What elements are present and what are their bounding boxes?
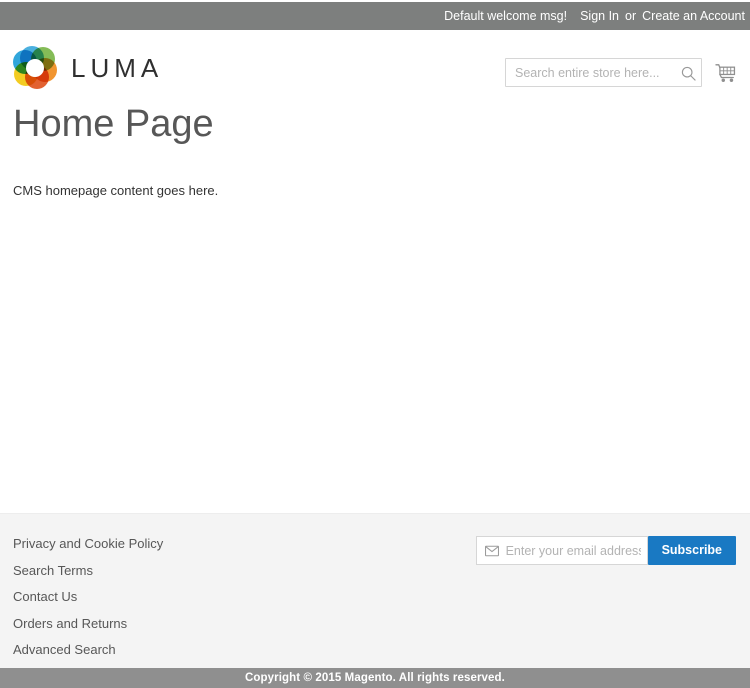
sign-in-link[interactable]: Sign In: [580, 10, 619, 23]
top-panel-separator: or: [625, 8, 637, 23]
top-panel: Default welcome msg! Sign In or Create a…: [0, 2, 750, 30]
newsletter-signup: Subscribe: [475, 536, 736, 565]
footer-link-advanced-search[interactable]: Advanced Search: [13, 642, 116, 657]
search-icon: [681, 66, 696, 81]
copyright-text: Copyright © 2015 Magento. All rights res…: [245, 672, 505, 684]
site-footer: Privacy and Cookie Policy Search Terms C…: [0, 513, 750, 669]
logo-center-hole: [26, 59, 44, 77]
subscribe-button[interactable]: Subscribe: [647, 536, 736, 565]
newsletter-email-input[interactable]: [476, 537, 647, 564]
footer-link-orders-and-returns[interactable]: Orders and Returns: [13, 616, 127, 631]
newsletter-input-container: [475, 536, 648, 565]
envelope-icon: [484, 545, 499, 556]
cms-content-text: CMS homepage content goes here.: [13, 182, 219, 198]
logo-wordmark: LUMA: [71, 52, 164, 83]
footer-link-search-terms[interactable]: Search Terms: [13, 563, 93, 578]
welcome-message: Default welcome msg!: [444, 8, 568, 23]
shopping-cart-icon: [715, 64, 736, 82]
main-content: Home Page CMS homepage content goes here…: [0, 103, 750, 200]
luma-flower-logo-icon: [13, 46, 57, 90]
list-item: Advanced Search: [13, 641, 163, 659]
footer-link-privacy-and-cookie-policy[interactable]: Privacy and Cookie Policy: [13, 536, 163, 551]
copyright-bar: Copyright © 2015 Magento. All rights res…: [0, 668, 750, 688]
minicart-link[interactable]: [711, 58, 741, 88]
list-item: Search Terms: [13, 562, 163, 580]
footer-link-list: Privacy and Cookie Policy Search Terms C…: [13, 535, 163, 668]
page-title: Home Page: [13, 103, 214, 145]
search-input[interactable]: [505, 58, 702, 87]
search-button[interactable]: [677, 62, 699, 84]
list-item: Contact Us: [13, 588, 163, 606]
list-item: Privacy and Cookie Policy: [13, 535, 163, 553]
footer-link-contact-us[interactable]: Contact Us: [13, 589, 77, 604]
search-container: [505, 58, 702, 87]
top-panel-links: Default welcome msg! Sign In or Create a…: [444, 10, 745, 23]
create-account-link[interactable]: Create an Account: [642, 10, 745, 23]
logo-link[interactable]: LUMA: [13, 46, 163, 90]
site-header: LUMA: [0, 30, 750, 98]
list-item: Orders and Returns: [13, 615, 163, 633]
